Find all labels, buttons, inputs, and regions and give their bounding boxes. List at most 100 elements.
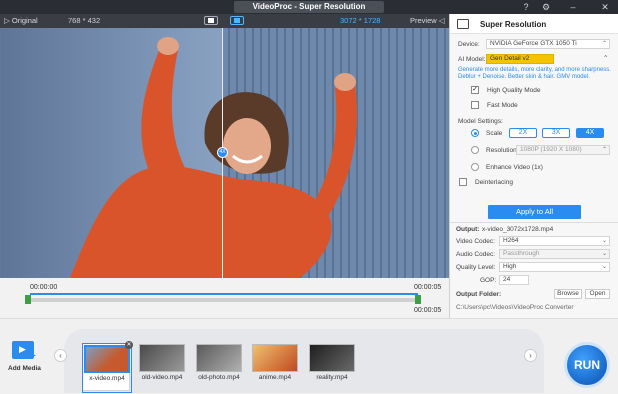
chevron-down-icon: ⌄: [601, 238, 607, 244]
fast-mode-label: Fast Mode: [487, 102, 518, 109]
trim-start-handle[interactable]: [25, 295, 31, 304]
output-folder-label: Output Folder:: [456, 291, 502, 298]
panel-divider: [450, 222, 618, 223]
timeline-bar[interactable]: [28, 298, 420, 302]
media-name: old-video.mp4: [141, 374, 183, 381]
media-strip: [64, 329, 544, 393]
quality-level-value: High: [503, 263, 517, 270]
audio-codec-label: Audio Codec:: [456, 251, 496, 258]
scale-4x-button[interactable]: 4X: [576, 128, 604, 138]
audio-codec-select[interactable]: Passthrough ⌄: [499, 249, 610, 259]
thumbnail: [84, 345, 130, 373]
thumbnail: [196, 344, 242, 372]
resolution-radio[interactable]: [471, 146, 479, 154]
device-select[interactable]: NVIDIA GeForce GTX 1050 Ti ⌃: [486, 39, 610, 49]
title-bar: VideoProc - Super Resolution ? ⚙ – ✕: [0, 0, 618, 14]
timeline: 00:00:00 00:00:05 00:00:05: [0, 278, 449, 318]
resolution-value: 1080P (1920 X 1080): [520, 146, 582, 153]
high-quality-label: High Quality Mode: [487, 87, 541, 94]
model-description: Generate more details, more clarity, and…: [458, 67, 611, 80]
panel-header: Super Resolution: [450, 14, 618, 34]
timeline-end-time-bottom: 00:00:05: [414, 307, 442, 314]
output-filename: x-video_3072x1728.mp4: [482, 226, 554, 233]
media-item[interactable]: old-video.mp4: [138, 343, 186, 391]
video-codec-select[interactable]: H264 ⌄: [499, 236, 610, 246]
minimize-icon[interactable]: –: [568, 2, 578, 12]
audio-codec-value: Passthrough: [503, 250, 540, 257]
ai-model-label: AI Model:: [458, 56, 486, 63]
high-quality-checkbox[interactable]: ✓: [471, 86, 479, 94]
side-view-button[interactable]: [230, 16, 244, 25]
timeline-start-time: 00:00:00: [30, 284, 58, 291]
video-codec-label: Video Codec:: [456, 238, 495, 245]
enhance-video-radio[interactable]: [471, 163, 479, 171]
timeline-progress[interactable]: [30, 293, 418, 295]
browse-button[interactable]: Browse: [554, 289, 582, 299]
model-settings-label: Model Settings:: [458, 118, 503, 125]
chevron-down-icon: ⌄: [601, 251, 607, 257]
plus-icon: +: [30, 351, 36, 362]
deinterlacing-checkbox[interactable]: [459, 178, 467, 186]
media-bar: + Add Media ‹ › ✕ x-video.mp4 old-video.…: [0, 318, 618, 394]
thumbnail: [252, 344, 298, 372]
media-name: x-video.mp4: [89, 375, 125, 382]
media-item[interactable]: anime.mp4: [251, 343, 299, 391]
original-dimensions: 768 * 432: [68, 16, 101, 25]
ai-model-value: Gen Detail v2: [490, 55, 530, 62]
gop-label: GOP:: [480, 277, 497, 284]
scroll-right-button[interactable]: ›: [524, 349, 537, 362]
thumbnail: [139, 344, 185, 372]
preview-label: Preview ◁: [410, 16, 445, 25]
quality-level-label: Quality Level:: [456, 264, 496, 271]
deinterlacing-label: Deinterlacing: [475, 179, 513, 186]
trim-end-handle[interactable]: [415, 295, 421, 304]
timeline-end-time: 00:00:05: [414, 284, 442, 291]
original-label: ▷ Original: [4, 16, 38, 25]
help-icon[interactable]: ?: [521, 2, 531, 12]
settings-panel: Super Resolution Device: NVIDIA GeForce …: [449, 14, 618, 318]
panel-title: Super Resolution: [480, 20, 547, 29]
chevron-down-icon: ⌃: [601, 147, 607, 153]
apply-to-all-button[interactable]: Apply to All: [488, 205, 581, 219]
media-name: reality.mp4: [316, 374, 348, 381]
split-handle[interactable]: 4X: [217, 147, 228, 158]
close-icon[interactable]: ✕: [600, 2, 610, 12]
scroll-left-button[interactable]: ‹: [54, 349, 67, 362]
add-media-label: Add Media: [8, 365, 41, 372]
ai-model-arrow-icon[interactable]: ⌃: [603, 54, 608, 62]
device-value: NVIDIA GeForce GTX 1050 Ti: [490, 40, 577, 47]
super-resolution-icon: [457, 19, 469, 29]
preview-canvas[interactable]: 4X: [0, 28, 449, 278]
fast-mode-checkbox[interactable]: [471, 101, 479, 109]
remove-icon[interactable]: ✕: [125, 341, 133, 349]
media-item[interactable]: ✕ x-video.mp4: [82, 341, 133, 393]
ai-model-select[interactable]: Gen Detail v2: [486, 54, 554, 64]
split-view-button[interactable]: [204, 16, 218, 25]
media-name: anime.mp4: [258, 374, 292, 381]
output-label: Output:: [456, 226, 480, 233]
add-media-button[interactable]: + Add Media: [8, 339, 48, 379]
media-item[interactable]: old-photo.mp4: [195, 343, 243, 391]
open-folder-button[interactable]: Open: [585, 289, 610, 299]
video-codec-value: H264: [503, 237, 519, 244]
scale-2x-button[interactable]: 2X: [509, 128, 537, 138]
settings-icon[interactable]: ⚙: [541, 2, 551, 12]
media-name: old-photo.mp4: [198, 374, 240, 381]
resolution-select[interactable]: 1080P (1920 X 1080) ⌃: [516, 145, 610, 155]
preview-dimensions: 3072 * 1728: [340, 16, 381, 25]
media-item[interactable]: reality.mp4: [308, 343, 356, 391]
resolution-label: Resolution: [486, 147, 517, 154]
scale-label: Scale: [486, 130, 503, 137]
preview-header: ▷ Original 768 * 432 3072 * 1728 Preview…: [0, 14, 449, 28]
chevron-down-icon: ⌃: [601, 41, 607, 47]
device-label: Device:: [458, 41, 480, 48]
quality-level-select[interactable]: High ⌄: [499, 262, 610, 272]
gop-input[interactable]: 24: [499, 275, 529, 285]
chevron-down-icon: ⌄: [601, 264, 607, 270]
scale-3x-button[interactable]: 3X: [542, 128, 570, 138]
scale-radio[interactable]: [471, 129, 479, 137]
window-title: VideoProc - Super Resolution: [234, 1, 384, 13]
run-button[interactable]: RUN: [564, 342, 610, 388]
thumbnail: [309, 344, 355, 372]
enhance-video-label: Enhance Video (1x): [486, 164, 543, 171]
